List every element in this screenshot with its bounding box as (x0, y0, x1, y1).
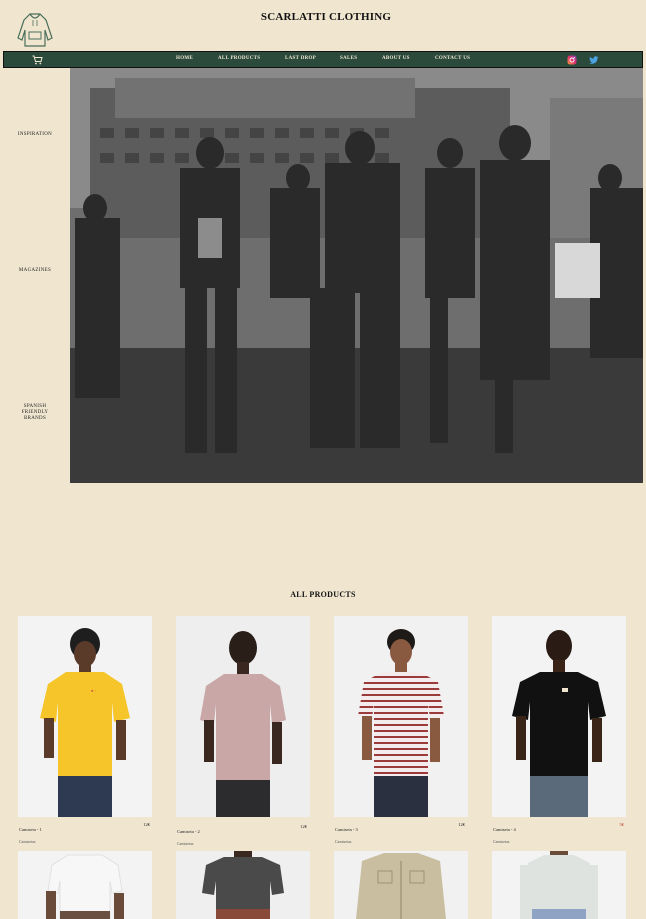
product-category-2: Camisetas (177, 841, 194, 846)
main-nav: HOME ALL PRODUCTS LAST DROP SALES ABOUT … (3, 51, 643, 68)
product-name-2[interactable]: Camiseta - 2 (177, 829, 200, 834)
all-products-title: ALL PRODUCTS (290, 590, 356, 599)
sidebar-inspiration[interactable]: INSPIRATION (0, 132, 70, 138)
svg-text:● ◦: ● ◦ (91, 688, 97, 693)
product-image-3[interactable] (334, 616, 468, 817)
product-category-1: Camisetas (19, 839, 36, 844)
nav-all-products[interactable]: ALL PRODUCTS (218, 56, 260, 61)
product-name-1[interactable]: Camiseta - 1 (19, 827, 42, 832)
product-image-1[interactable]: ● ◦ (18, 616, 152, 817)
brand-title: SCARLATTI CLOTHING (260, 11, 392, 23)
product-category-4: Camisetas (493, 839, 510, 844)
product-name-3[interactable]: Camiseta - 3 (335, 827, 358, 832)
product-image-6[interactable] (176, 851, 310, 919)
sidebar-magazines[interactable]: MAGAZINES (0, 268, 70, 274)
product-image-5[interactable] (18, 851, 152, 919)
product-image-8[interactable] (492, 851, 626, 919)
nav-contact-us[interactable]: CONTACT US (435, 56, 470, 61)
nav-last-drop[interactable]: LAST DROP (285, 56, 316, 61)
twitter-icon[interactable] (589, 55, 599, 65)
hero-image (70, 68, 643, 483)
product-price-4: 5€ (619, 822, 625, 827)
product-price-3: 12€ (458, 822, 465, 827)
nav-sales[interactable]: SALES (340, 56, 357, 61)
product-image-4[interactable] (492, 616, 626, 817)
nav-home[interactable]: HOME (176, 56, 193, 61)
instagram-icon[interactable] (567, 55, 577, 65)
product-category-3: Camisetas (335, 839, 352, 844)
sidebar-spanish-friendly-brands[interactable]: SPANISH FRIENDLY BRANDS (0, 404, 70, 422)
nav-about-us[interactable]: ABOUT US (382, 56, 410, 61)
sidebar-spanish-line-3: BRANDS (23, 416, 47, 421)
product-image-2[interactable] (176, 616, 310, 817)
cart-icon[interactable] (32, 55, 43, 65)
product-image-7[interactable] (334, 851, 468, 919)
product-price-1: 12€ (143, 822, 150, 827)
product-name-4[interactable]: Camiseta - 4 (493, 827, 516, 832)
product-price-2: 12€ (300, 824, 307, 829)
